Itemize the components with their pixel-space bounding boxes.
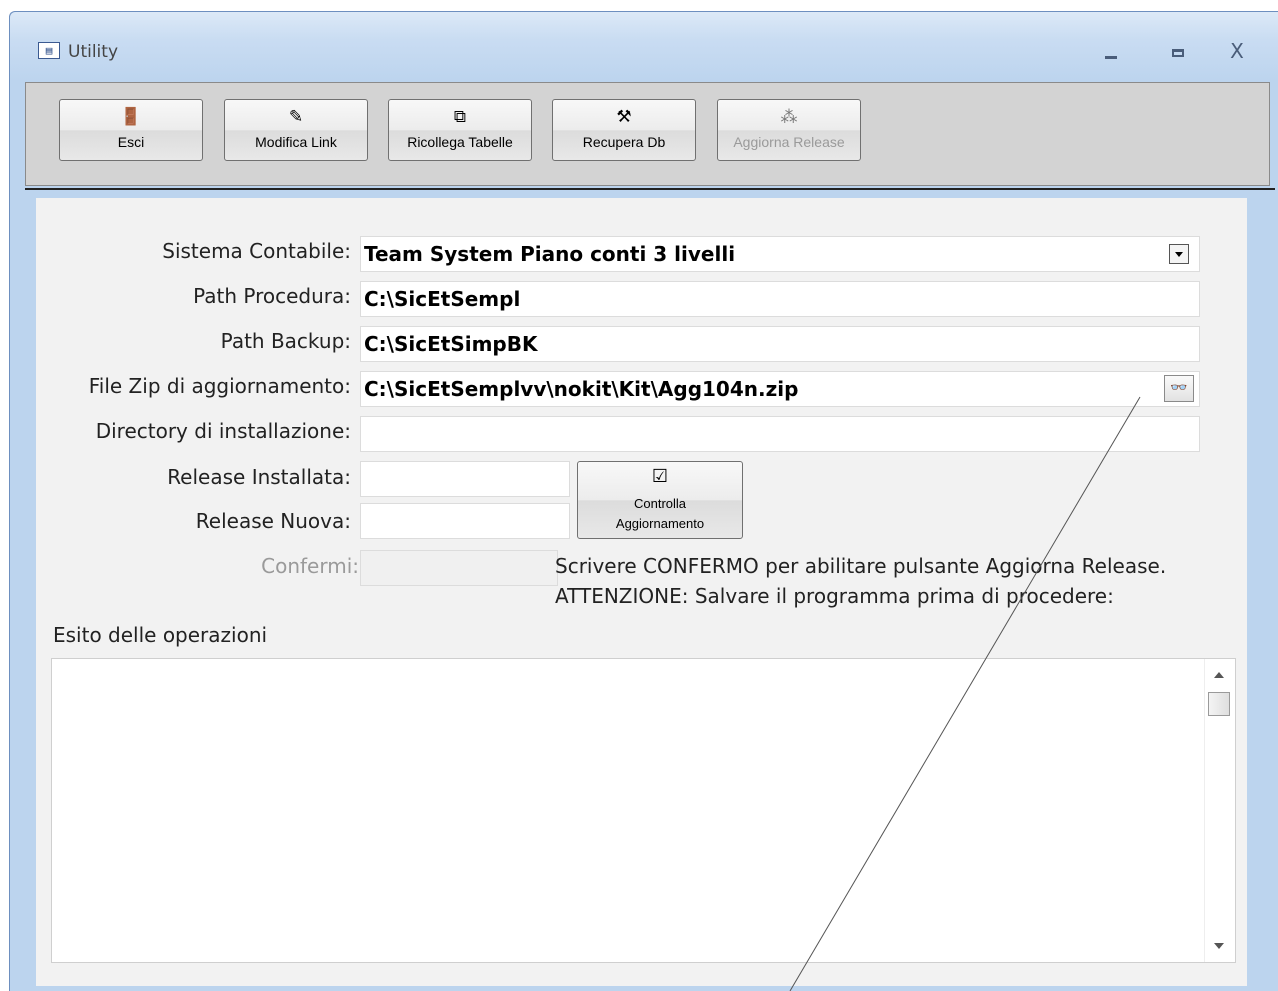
annotation-pointer-line [789,396,1141,991]
